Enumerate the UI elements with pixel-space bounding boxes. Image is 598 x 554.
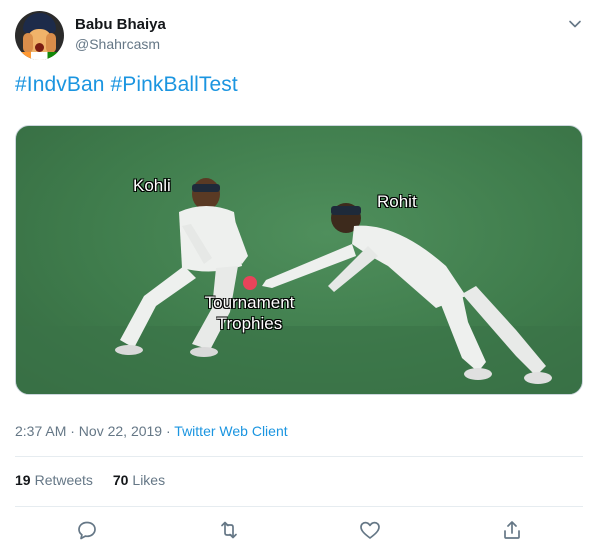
retweets-label: Retweets [34, 472, 93, 488]
meta-separator: · [162, 423, 175, 439]
tweet-text: #IndvBan #PinkBallTest [15, 73, 238, 97]
meme-illustration [16, 178, 582, 394]
heart-icon[interactable] [358, 518, 382, 542]
meme-label-trophies: Tournament Trophies [192, 292, 307, 334]
likes-label: Likes [132, 472, 166, 488]
tweet-client-link[interactable]: Twitter Web Client [174, 423, 287, 439]
avatar-hand-right [46, 33, 56, 53]
meme-label-trophies-line2: Trophies [216, 314, 283, 333]
likes-stat[interactable]: 70 Likes [113, 472, 165, 488]
chevron-down-icon[interactable] [566, 15, 584, 33]
tweet-meta: 2:37 AM · Nov 22, 2019 · Twitter Web Cli… [15, 423, 288, 439]
tweet-stats: 19 Retweets 70 Likes [15, 472, 181, 488]
display-name[interactable]: Babu Bhaiya [75, 16, 166, 33]
divider [15, 506, 583, 507]
meme-label-rohit: Rohit [377, 192, 417, 211]
hashtag-link[interactable]: #IndvBan [15, 73, 105, 96]
retweet-icon[interactable] [217, 518, 241, 542]
hashtag-link[interactable]: #PinkBallTest [110, 73, 237, 96]
divider [15, 456, 583, 457]
reply-icon[interactable] [75, 518, 99, 542]
share-icon[interactable] [500, 518, 524, 542]
meme-label-trophies-line1: Tournament [204, 293, 295, 312]
likes-count: 70 [112, 472, 129, 488]
tweet-timestamp[interactable]: 2:37 AM · Nov 22, 2019 [15, 423, 162, 439]
retweets-stat[interactable]: 19 Retweets [15, 472, 93, 488]
user-handle[interactable]: @Shahrcasm [75, 36, 160, 52]
avatar-mouth [35, 43, 44, 52]
avatar-hand-left [23, 33, 33, 53]
retweets-count: 19 [15, 472, 31, 488]
cricket-ball [243, 276, 257, 290]
tweet-media-image[interactable]: Kohli Rohit Tournament Trophies [15, 125, 583, 395]
meme-label-kohli: Kohli [133, 176, 171, 195]
tweet-card: Babu Bhaiya @Shahrcasm #IndvBan #PinkBal… [0, 0, 598, 554]
avatar[interactable] [15, 11, 64, 60]
avatar-flag-stripe [15, 52, 64, 60]
